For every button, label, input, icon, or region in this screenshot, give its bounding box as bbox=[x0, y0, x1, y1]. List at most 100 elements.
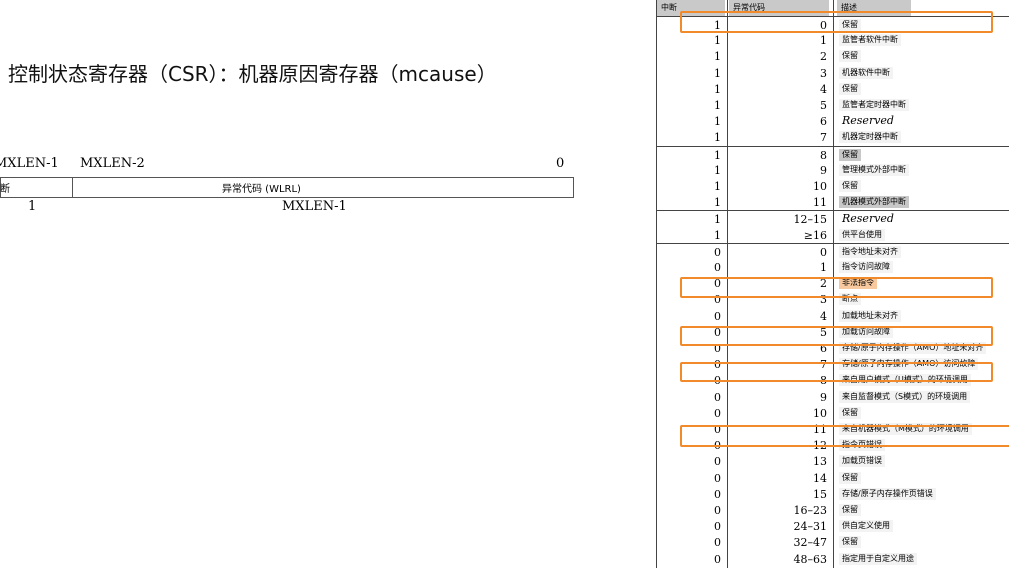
cell-description: 指令地址未对齐 bbox=[839, 245, 901, 258]
cell-interrupt: 1 bbox=[714, 163, 721, 177]
cell-exception-code: 8 bbox=[820, 148, 827, 162]
table-row: 1 5 监管者定时器中断 bbox=[657, 97, 1009, 113]
cell-interrupt: 1 bbox=[714, 148, 721, 162]
table-row: 1 9 管理模式外部中断 bbox=[657, 162, 1009, 178]
cell-description: 供平台使用 bbox=[839, 228, 885, 241]
bit-label-mxlen-2: MXLEN-2 bbox=[80, 156, 145, 171]
cell-interrupt: 0 bbox=[714, 406, 721, 420]
cell-description: 加载页错误 bbox=[839, 455, 885, 468]
highlight-box bbox=[680, 425, 1009, 447]
cell-exception-code: 10 bbox=[813, 406, 827, 420]
cell-description: 机器软件中断 bbox=[839, 66, 893, 79]
bit-label-mxlen-1: MXLEN-1 bbox=[0, 156, 59, 171]
cell-description: 保留 bbox=[839, 148, 861, 161]
cell-interrupt: 1 bbox=[714, 180, 721, 193]
cell-exception-code: 9 bbox=[820, 163, 827, 177]
cell-description: 来自监督模式（S模式）的环境调用 bbox=[839, 390, 971, 403]
bit-label-0: 0 bbox=[556, 156, 565, 171]
cell-exception-code: 0 bbox=[820, 245, 827, 259]
cell-interrupt: 1 bbox=[714, 82, 721, 96]
cell-description: 管理模式外部中断 bbox=[839, 163, 909, 176]
page-title: 控制状态寄存器（CSR）：机器原因寄存器（mcause） bbox=[8, 62, 497, 86]
cell-description: 保留 bbox=[839, 536, 861, 549]
cell-exception-code: 13 bbox=[813, 455, 827, 469]
cell-exception-code: 48–63 bbox=[793, 552, 828, 566]
cell-description: 指定用于自定义用途 bbox=[839, 552, 917, 565]
table-row: 1 8 保留 bbox=[657, 145, 1009, 163]
cell-interrupt: 0 bbox=[714, 261, 721, 274]
cell-interrupt: 1 bbox=[714, 131, 721, 145]
cell-exception-code: 24–31 bbox=[793, 520, 828, 534]
cell-description: 保留 bbox=[839, 406, 861, 419]
cell-interrupt: 1 bbox=[714, 50, 721, 64]
cell-interrupt: 1 bbox=[714, 34, 721, 48]
cell-exception-code: 6 bbox=[820, 115, 827, 129]
cell-exception-code: 16–23 bbox=[793, 504, 828, 517]
cell-exception-code: 7 bbox=[820, 131, 827, 145]
field-interrupt: 断 bbox=[0, 184, 10, 195]
cell-exception-code: ≥16 bbox=[803, 228, 827, 242]
cell-interrupt: 0 bbox=[714, 471, 721, 485]
cell-exception-code: 4 bbox=[820, 309, 827, 323]
cell-exception-code: 32–47 bbox=[793, 536, 828, 550]
cell-exception-code: 9 bbox=[820, 390, 827, 404]
cell-exception-code: 12–15 bbox=[793, 213, 828, 227]
table-row: 1 11 机器模式外部中断 bbox=[657, 194, 1009, 210]
cell-exception-code: 10 bbox=[813, 180, 827, 193]
cell-exception-code: 4 bbox=[820, 82, 827, 96]
highlight-box bbox=[680, 362, 993, 382]
table-row: 1 ≥16 供平台使用 bbox=[657, 227, 1009, 243]
table-row: 1 7 机器定时器中断 bbox=[657, 129, 1009, 145]
cell-description: 保留 bbox=[839, 180, 861, 192]
field-exception-code: 异常代码 (WLRL) bbox=[222, 184, 301, 195]
table-row: 0 32–47 保留 bbox=[657, 534, 1009, 550]
cell-exception-code: 15 bbox=[813, 487, 827, 501]
cell-interrupt: 0 bbox=[714, 520, 721, 534]
table-row: 1 1 监管者软件中断 bbox=[657, 32, 1009, 48]
cell-interrupt: 0 bbox=[714, 309, 721, 323]
cell-description: 监管者软件中断 bbox=[839, 34, 901, 47]
width-exception-code: MXLEN-1 bbox=[282, 199, 347, 214]
table-row: 0 15 存储/原子内存操作页错误 bbox=[657, 486, 1009, 502]
cell-interrupt: 0 bbox=[714, 536, 721, 550]
cell-interrupt: 0 bbox=[714, 487, 721, 501]
table-row: 1 10 保留 bbox=[657, 178, 1009, 194]
table-row: 1 12–15 Reserved bbox=[657, 210, 1009, 227]
table-row: 1 2 保留 bbox=[657, 48, 1009, 64]
cell-description: 机器模式外部中断 bbox=[839, 196, 909, 209]
cell-interrupt: 0 bbox=[714, 504, 721, 517]
cell-description: 存储/原子内存操作页错误 bbox=[839, 487, 936, 500]
cell-description: Reserved bbox=[839, 115, 897, 128]
cell-description: 机器定时器中断 bbox=[839, 131, 901, 144]
cell-exception-code: 11 bbox=[813, 196, 827, 210]
table-row: 0 24–31 供自定义使用 bbox=[657, 518, 1009, 534]
table-row: 0 9 来自监督模式（S模式）的环境调用 bbox=[657, 389, 1009, 405]
cell-interrupt: 1 bbox=[714, 213, 721, 227]
cell-interrupt: 1 bbox=[714, 228, 721, 242]
cell-exception-code: 1 bbox=[820, 261, 827, 274]
cell-interrupt: 0 bbox=[714, 552, 721, 566]
register-divider bbox=[72, 177, 73, 198]
cell-description: 保留 bbox=[839, 82, 861, 95]
cell-description: 保留 bbox=[839, 50, 861, 63]
cell-description: 保留 bbox=[839, 504, 861, 516]
table-row: 0 1 指令访问故障 bbox=[657, 259, 1009, 275]
width-interrupt: 1 bbox=[28, 199, 37, 214]
highlight-box bbox=[680, 11, 993, 33]
cell-interrupt: 0 bbox=[714, 455, 721, 469]
table-row: 0 13 加载页错误 bbox=[657, 453, 1009, 469]
table-row: 0 10 保留 bbox=[657, 405, 1009, 421]
cell-interrupt: 1 bbox=[714, 115, 721, 129]
cell-description: 供自定义使用 bbox=[839, 520, 893, 533]
cell-exception-code: 2 bbox=[820, 50, 827, 64]
cell-interrupt: 0 bbox=[714, 245, 721, 259]
cell-description: Reserved bbox=[839, 213, 897, 226]
cell-description: 指令访问故障 bbox=[839, 261, 893, 273]
cell-exception-code: 3 bbox=[820, 66, 827, 80]
cell-exception-code: 5 bbox=[820, 99, 827, 112]
highlight-box bbox=[680, 277, 993, 298]
cell-interrupt: 1 bbox=[714, 99, 721, 112]
table-row: 1 6 Reserved bbox=[657, 113, 1009, 129]
cell-interrupt: 1 bbox=[714, 196, 721, 210]
cell-exception-code: 1 bbox=[820, 34, 827, 48]
